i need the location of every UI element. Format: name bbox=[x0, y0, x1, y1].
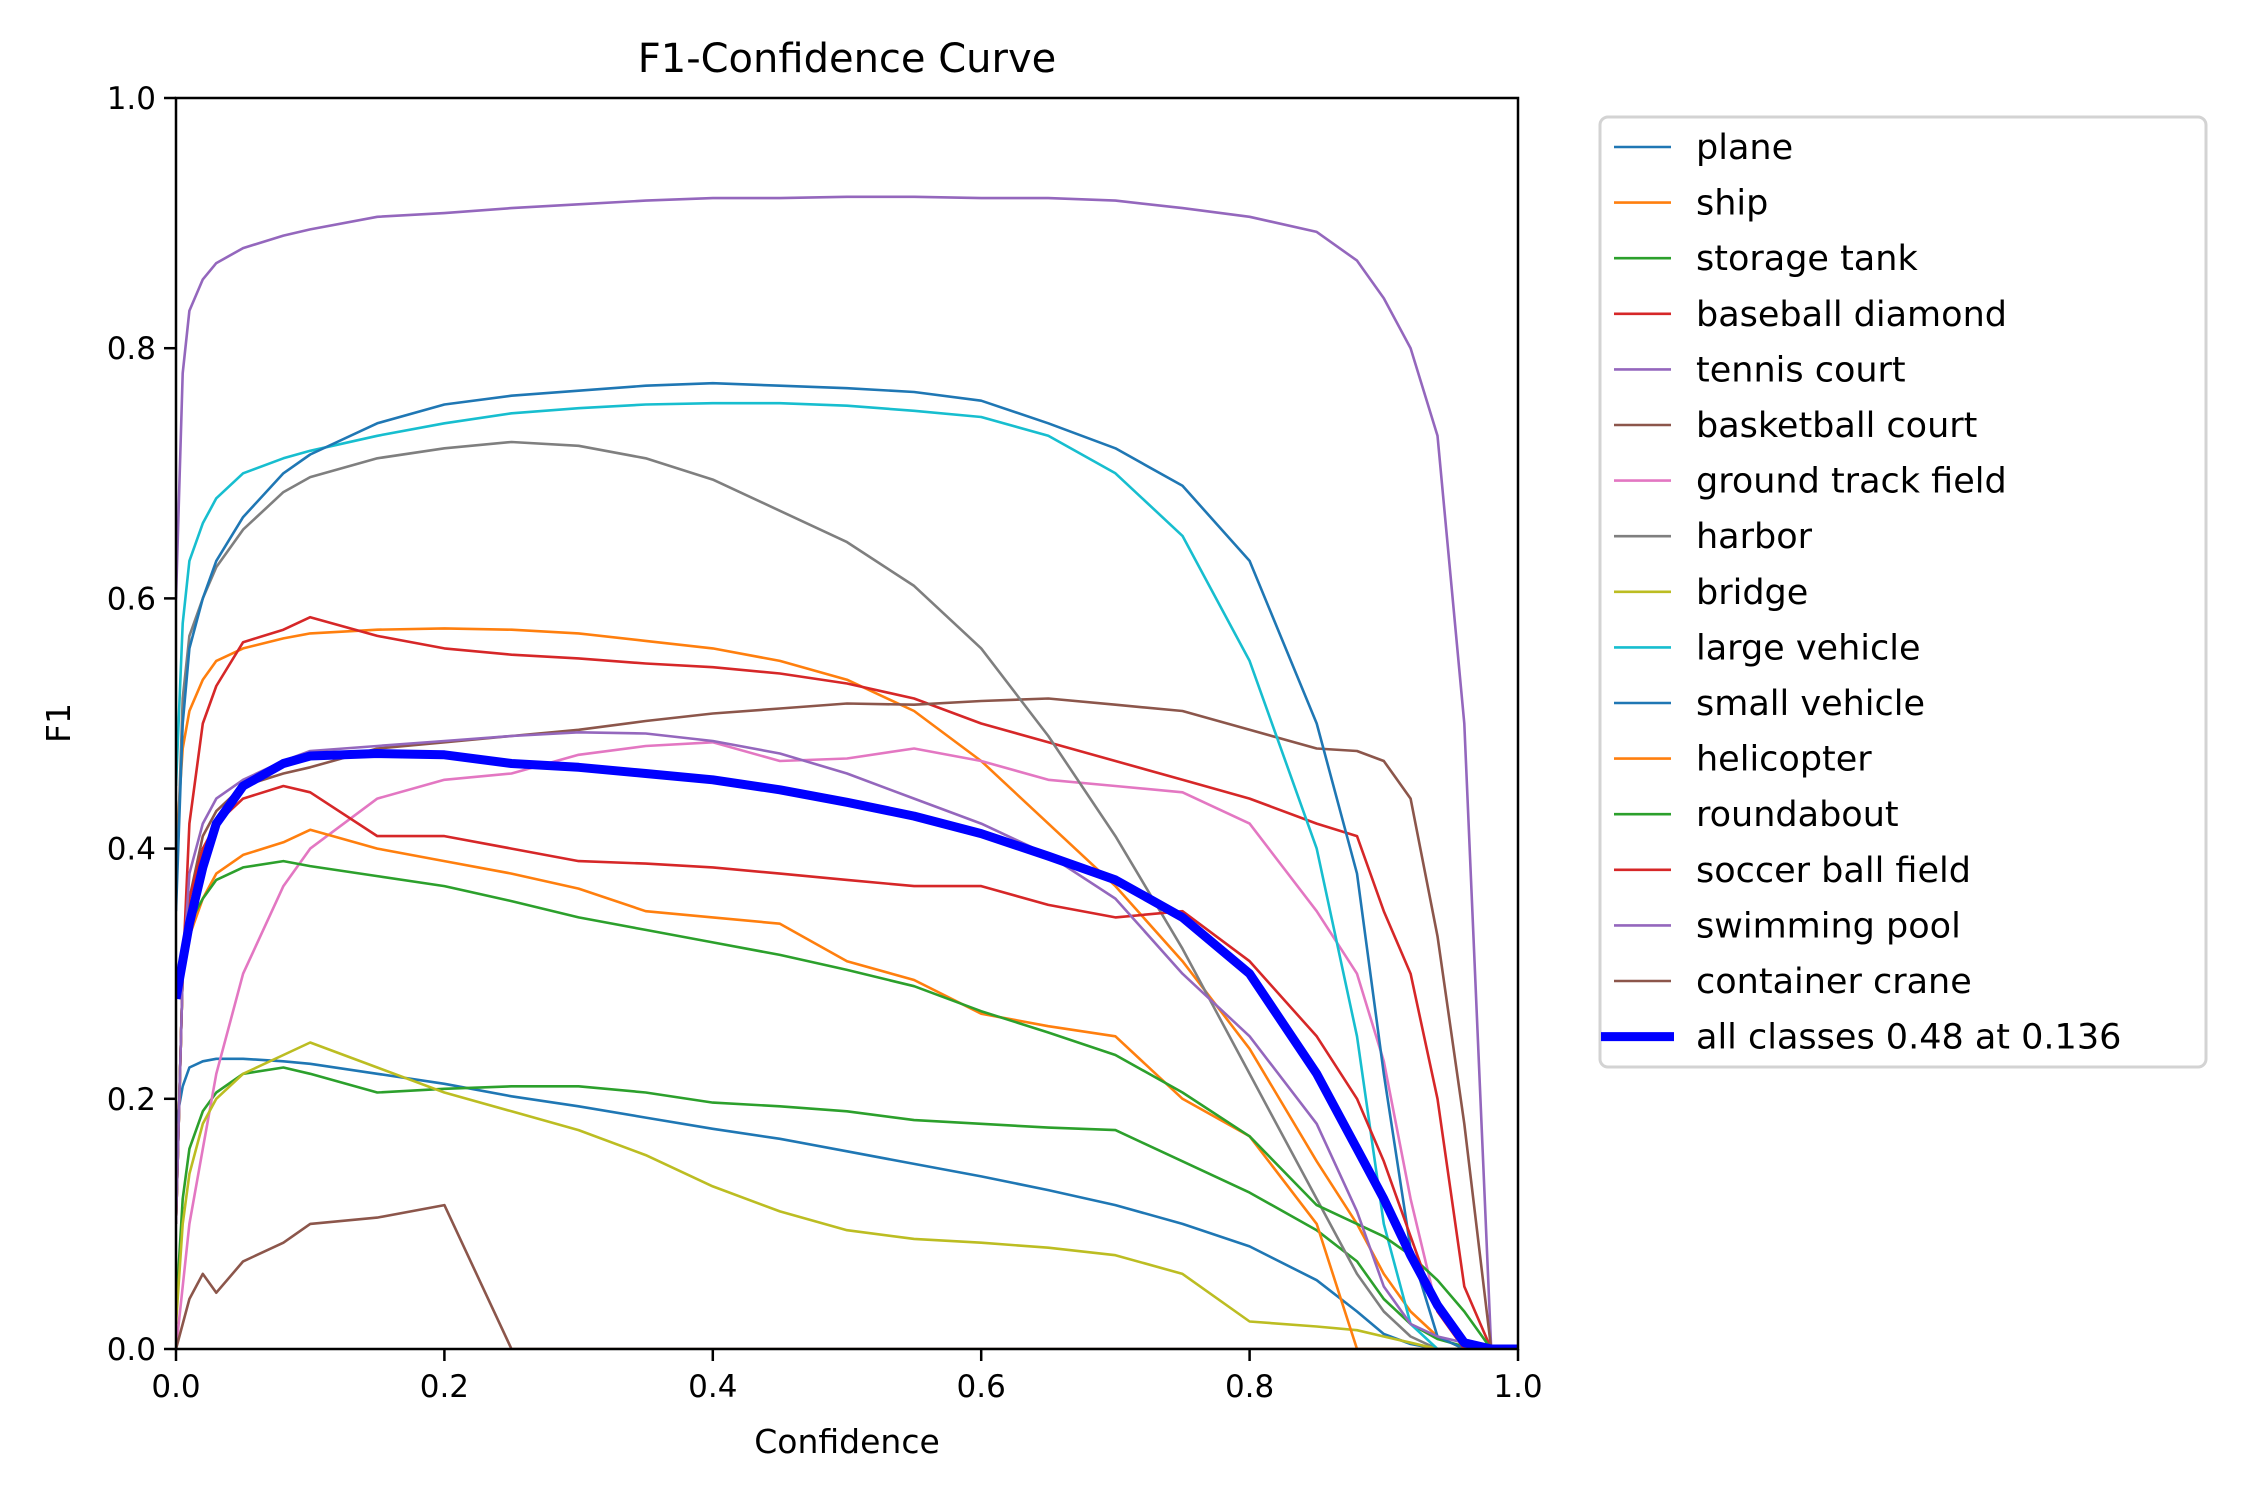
x-tick-label: 0.4 bbox=[688, 1369, 737, 1405]
chart-title: F1-Confidence Curve bbox=[638, 36, 1057, 82]
series-line-ground-track-field bbox=[176, 740, 1518, 1349]
series-line-all-classes-0-48-at-0-136 bbox=[176, 749, 1518, 1349]
series-line-basketball-court bbox=[176, 697, 1518, 1349]
x-tick-label: 0.8 bbox=[1225, 1369, 1274, 1405]
legend-label: ground track field bbox=[1696, 462, 2007, 502]
legend-label: container crane bbox=[1696, 962, 1972, 1002]
legend-label: plane bbox=[1696, 128, 1793, 168]
y-tick-label: 0.6 bbox=[107, 581, 156, 617]
legend-label: large vehicle bbox=[1696, 628, 1920, 668]
y-tick-label: 0.2 bbox=[107, 1082, 156, 1118]
x-tick-label: 0.0 bbox=[151, 1369, 200, 1405]
series-line-bridge bbox=[176, 1041, 1518, 1349]
x-tick-label: 0.6 bbox=[957, 1369, 1006, 1405]
legend-label: helicopter bbox=[1696, 740, 1872, 780]
series-line-storage-tank bbox=[176, 1066, 1518, 1349]
series-line-roundabout bbox=[176, 859, 1518, 1349]
y-tick-label: 0.4 bbox=[107, 832, 156, 868]
y-tick-label: 1.0 bbox=[107, 81, 156, 117]
x-axis: 0.0 0.2 0.4 0.6 0.8 1.0 bbox=[151, 1349, 1543, 1405]
y-tick-label: 0.8 bbox=[107, 331, 156, 367]
y-axis: 0.0 0.2 0.4 0.6 0.8 1.0 bbox=[107, 81, 176, 1368]
legend-label: storage tank bbox=[1696, 239, 1918, 279]
legend-label: swimming pool bbox=[1696, 906, 1961, 946]
x-tick-label: 1.0 bbox=[1493, 1369, 1542, 1405]
legend-label: roundabout bbox=[1696, 795, 1899, 835]
f1-confidence-chart: F1-Confidence Curve 0.0 0.2 0.4 0.6 0.8 1.0 0… bbox=[39, 36, 2208, 1461]
legend-label: baseball diamond bbox=[1696, 295, 2007, 335]
series-lines bbox=[176, 195, 1518, 1349]
y-axis-label: F1 bbox=[39, 703, 78, 743]
legend-label: basketball court bbox=[1696, 406, 1977, 446]
series-line-helicopter bbox=[176, 828, 1518, 1349]
x-axis-label: Confidence bbox=[754, 1422, 940, 1461]
series-line-ship bbox=[176, 627, 1518, 1349]
legend-label: tennis court bbox=[1696, 350, 1906, 390]
legend-label: harbor bbox=[1696, 517, 1813, 557]
x-tick-label: 0.2 bbox=[420, 1369, 469, 1405]
legend-label: bridge bbox=[1696, 573, 1808, 613]
legend-label: soccer ball field bbox=[1696, 851, 1971, 891]
y-tick-label: 0.0 bbox=[107, 1332, 156, 1368]
legend: plane ship storage tank baseball diamond ten… bbox=[1598, 115, 2208, 1069]
legend-label: small vehicle bbox=[1696, 684, 1925, 724]
series-line-harbor bbox=[176, 440, 1518, 1349]
legend-label: ship bbox=[1696, 184, 1768, 224]
legend-label: all classes 0.48 at 0.136 bbox=[1696, 1018, 2121, 1058]
